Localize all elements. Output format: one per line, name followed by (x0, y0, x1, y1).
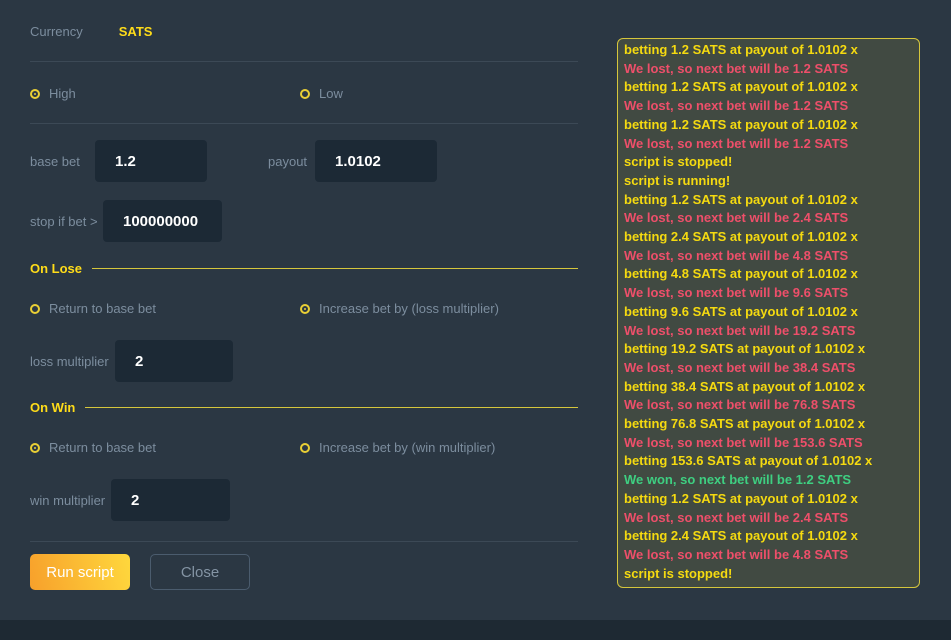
log-line: betting 1.2 SATS at payout of 1.0102 x (624, 78, 915, 97)
payout-label: payout (268, 154, 315, 169)
log-line: We lost, so next bet will be 4.8 SATS (624, 247, 915, 266)
radio-win-increase[interactable]: Increase bet by (win multiplier) (300, 440, 495, 455)
on-lose-rule (92, 268, 578, 269)
radio-win-increase-label: Increase bet by (win multiplier) (319, 440, 495, 455)
log-line: We lost, so next bet will be 153.6 SATS (624, 434, 915, 453)
log-line: betting 2.4 SATS at payout of 1.0102 x (624, 228, 915, 247)
log-line: We won, so next bet will be 1.2 SATS (624, 471, 915, 490)
win-multiplier-input[interactable] (111, 479, 230, 521)
on-win-title: On Win (30, 400, 75, 415)
loss-multiplier-field: loss multiplier (30, 340, 233, 382)
log-line: We lost, so next bet will be 1.2 SATS (624, 97, 915, 116)
divider (30, 123, 578, 124)
stop-if-bet-field: stop if bet > (30, 200, 222, 242)
loss-multiplier-label: loss multiplier (30, 354, 115, 369)
divider (30, 541, 578, 542)
log-line: We lost, so next bet will be 2.4 SATS (624, 509, 915, 528)
log-line: betting 1.2 SATS at payout of 1.0102 x (624, 116, 915, 135)
on-win-header: On Win (30, 400, 578, 415)
win-multiplier-field: win multiplier (30, 479, 230, 521)
radio-lose-return-label: Return to base bet (49, 301, 156, 316)
log-line: We lost, so next bet will be 2.4 SATS (624, 209, 915, 228)
log-line: betting 9.6 SATS at payout of 1.0102 x (624, 303, 915, 322)
radio-low-icon (300, 89, 310, 99)
radio-high[interactable]: High (30, 86, 76, 101)
on-lose-radio-group: Return to base bet Increase bet by (loss… (30, 301, 578, 317)
log-line: betting 19.2 SATS at payout of 1.0102 x (624, 340, 915, 359)
bottom-bar (0, 620, 951, 640)
on-lose-header: On Lose (30, 261, 578, 276)
radio-lose-increase-icon (300, 304, 310, 314)
log-line: betting 4.8 SATS at payout of 1.0102 x (624, 265, 915, 284)
radio-win-increase-icon (300, 443, 310, 453)
log-line: betting 1.2 SATS at payout of 1.0102 x (624, 191, 915, 210)
radio-lose-return-to-base[interactable]: Return to base bet (30, 301, 156, 316)
log-line: betting 1.2 SATS at payout of 1.0102 x (624, 41, 915, 60)
log-line: script is stopped! (624, 153, 915, 172)
currency-row: Currency SATS (30, 24, 152, 39)
log-line: script is stopped! (624, 565, 915, 584)
run-script-button[interactable]: Run script (30, 554, 130, 590)
log-panel[interactable]: betting 1.2 SATS at payout of 1.0102 xWe… (617, 38, 920, 588)
radio-low[interactable]: Low (300, 86, 343, 101)
radio-high-icon (30, 89, 40, 99)
stop-if-bet-label: stop if bet > (30, 214, 103, 229)
log-line: betting 76.8 SATS at payout of 1.0102 x (624, 415, 915, 434)
direction-radio-group: High Low (30, 86, 578, 102)
base-bet-field: base bet (30, 140, 207, 182)
log-line: We lost, so next bet will be 9.6 SATS (624, 284, 915, 303)
radio-high-label: High (49, 86, 76, 101)
close-button[interactable]: Close (150, 554, 250, 590)
radio-win-return-label: Return to base bet (49, 440, 156, 455)
on-lose-title: On Lose (30, 261, 82, 276)
log-line: script is running! (624, 172, 915, 191)
log-line: We lost, so next bet will be 4.8 SATS (624, 546, 915, 565)
on-win-rule (85, 407, 578, 408)
log-line: We lost, so next bet will be 38.4 SATS (624, 359, 915, 378)
base-bet-input[interactable] (95, 140, 207, 182)
currency-label: Currency (30, 24, 83, 39)
radio-lose-return-icon (30, 304, 40, 314)
payout-input[interactable] (315, 140, 437, 182)
log-line: We lost, so next bet will be 1.2 SATS (624, 135, 915, 154)
payout-field: payout (268, 140, 437, 182)
loss-multiplier-input[interactable] (115, 340, 233, 382)
radio-low-label: Low (319, 86, 343, 101)
stop-if-bet-input[interactable] (103, 200, 222, 242)
currency-value[interactable]: SATS (119, 24, 153, 39)
radio-lose-increase-label: Increase bet by (loss multiplier) (319, 301, 499, 316)
log-line: We lost, so next bet will be 76.8 SATS (624, 396, 915, 415)
divider (30, 61, 578, 62)
base-bet-label: base bet (30, 154, 95, 169)
radio-lose-increase[interactable]: Increase bet by (loss multiplier) (300, 301, 499, 316)
log-line: We lost, so next bet will be 19.2 SATS (624, 322, 915, 341)
on-win-radio-group: Return to base bet Increase bet by (win … (30, 440, 578, 456)
radio-win-return-icon (30, 443, 40, 453)
log-line: We lost, so next bet will be 1.2 SATS (624, 60, 915, 79)
log-line: betting 38.4 SATS at payout of 1.0102 x (624, 378, 915, 397)
radio-win-return-to-base[interactable]: Return to base bet (30, 440, 156, 455)
log-lines: betting 1.2 SATS at payout of 1.0102 xWe… (624, 41, 915, 583)
win-multiplier-label: win multiplier (30, 493, 111, 508)
log-line: betting 2.4 SATS at payout of 1.0102 x (624, 527, 915, 546)
log-line: betting 153.6 SATS at payout of 1.0102 x (624, 452, 915, 471)
log-line: betting 1.2 SATS at payout of 1.0102 x (624, 490, 915, 509)
